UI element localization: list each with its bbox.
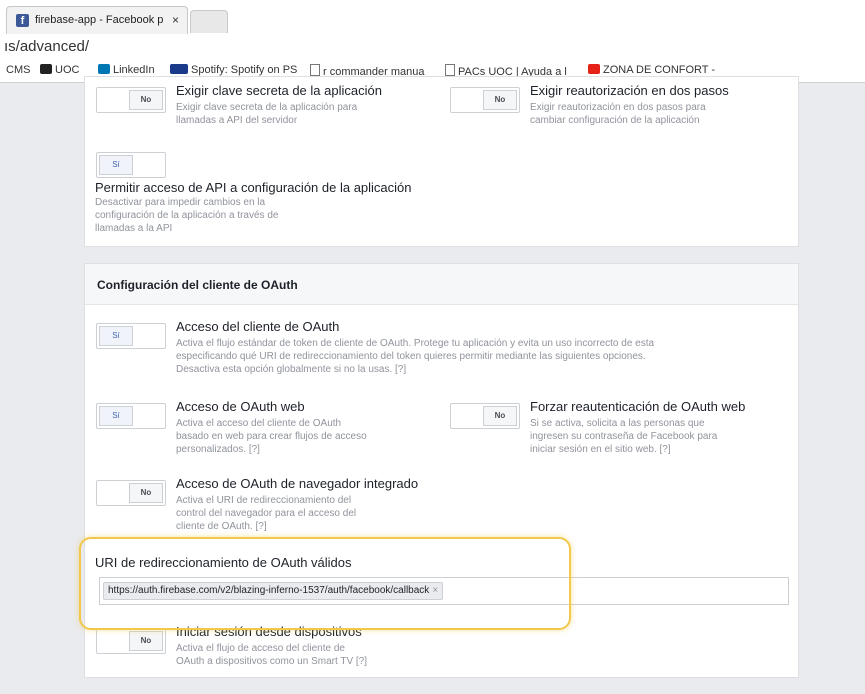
- help-link[interactable]: [?]: [249, 444, 260, 455]
- new-tab-button[interactable]: [190, 10, 228, 33]
- device-login-desc: Activa el flujo de acceso del cliente de…: [176, 643, 368, 667]
- uoc-icon: [40, 64, 52, 74]
- app-secret-desc: Exigir clave secreta de la aplicación pa…: [176, 102, 358, 126]
- browser-tab[interactable]: f firebase-app - Facebook p ×: [6, 6, 188, 35]
- embedded-browser-oauth-toggle[interactable]: No: [96, 480, 166, 506]
- two-step-reauth-toggle[interactable]: No: [450, 87, 520, 113]
- oauth-section-title: Configuración del cliente de OAuth: [97, 278, 298, 292]
- page-icon: [310, 64, 320, 76]
- spotify-icon: [170, 64, 188, 74]
- embedded-browser-oauth-title: Acceso de OAuth de navegador integrado: [176, 476, 419, 491]
- help-link[interactable]: [?]: [660, 444, 671, 455]
- help-link[interactable]: [?]: [356, 656, 367, 667]
- help-link[interactable]: [?]: [395, 364, 406, 375]
- force-reauth-desc: Si se activa, solicita a las personas qu…: [530, 418, 718, 455]
- app-secret-toggle[interactable]: No: [96, 87, 166, 113]
- oauth-client-title: Acceso del cliente de OAuth: [176, 319, 340, 334]
- bookmark-cms[interactable]: CMS: [6, 64, 30, 76]
- oauth-section-header: Configuración del cliente de OAuth: [85, 264, 798, 305]
- bookmark-uoc[interactable]: UOC: [40, 64, 79, 76]
- api-access-title: Permitir acceso de API a configuración d…: [95, 180, 412, 195]
- oauth-client-toggle[interactable]: Sí: [96, 323, 166, 349]
- tab-title: firebase-app - Facebook p: [35, 14, 164, 26]
- api-access-toggle[interactable]: Sí: [96, 152, 166, 178]
- device-login-toggle[interactable]: No: [96, 628, 166, 654]
- app-secret-title: Exigir clave secreta de la aplicación: [176, 83, 382, 98]
- web-oauth-title: Acceso de OAuth web: [176, 399, 305, 414]
- page-icon: [445, 64, 455, 76]
- api-access-desc: Desactivar para impedir cambios en la con…: [95, 197, 279, 234]
- youtube-icon: [588, 64, 600, 74]
- close-tab-icon[interactable]: ×: [172, 13, 179, 27]
- two-step-reauth-desc: Exigir reautorización en dos pasos para c…: [530, 102, 706, 126]
- help-link[interactable]: [?]: [256, 521, 267, 532]
- web-oauth-desc: Activa el acceso del cliente de OAuth bas…: [176, 418, 367, 455]
- url-text: ıs/advanced/: [4, 38, 90, 55]
- facebook-icon: f: [16, 14, 29, 27]
- security-card: No Exigir clave secreta de la aplicación…: [84, 76, 799, 247]
- annotation-highlight: [79, 537, 571, 630]
- browser-tab-bar: f firebase-app - Facebook p ×: [0, 0, 865, 35]
- oauth-client-desc: Activa el flujo estándar de token de cli…: [176, 338, 655, 375]
- embedded-browser-oauth-desc: Activa el URI de redireccionamiento del c…: [176, 495, 357, 532]
- bookmark-spotify[interactable]: Spotify: Spotify on PS: [170, 64, 297, 76]
- two-step-reauth-title: Exigir reautorización en dos pasos: [530, 83, 729, 98]
- linkedin-icon: [98, 64, 110, 74]
- bookmark-linkedin[interactable]: LinkedIn: [98, 64, 155, 76]
- web-oauth-toggle[interactable]: Sí: [96, 403, 166, 429]
- force-reauth-title: Forzar reautenticación de OAuth web: [530, 399, 746, 414]
- address-bar[interactable]: ıs/advanced/: [0, 34, 865, 59]
- bookmark-zona-confort[interactable]: ZONA DE CONFORT -: [588, 64, 715, 76]
- force-reauth-toggle[interactable]: No: [450, 403, 520, 429]
